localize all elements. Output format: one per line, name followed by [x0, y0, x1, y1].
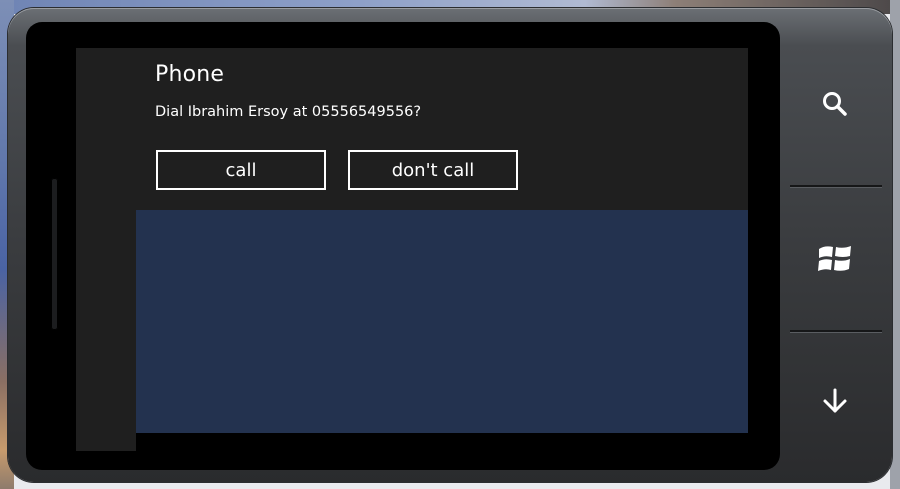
dialog-overlay-edge — [76, 210, 136, 451]
app-content-area — [136, 210, 748, 433]
back-button[interactable] — [788, 332, 882, 470]
hardware-button-panel — [788, 22, 882, 470]
back-arrow-icon — [820, 386, 850, 416]
windows-start-icon — [815, 239, 855, 279]
app-bottom-bar — [136, 433, 748, 451]
call-confirmation-dialog: Phone Dial Ibrahim Ersoy at 05556549556?… — [76, 48, 748, 210]
search-icon — [821, 90, 849, 118]
dont-call-button[interactable]: don't call — [348, 150, 518, 190]
volume-rocker — [51, 178, 58, 330]
dialog-title: Phone — [155, 62, 225, 87]
call-button[interactable]: call — [156, 150, 326, 190]
dialog-message: Dial Ibrahim Ersoy at 05556549556? — [155, 104, 422, 120]
search-button[interactable] — [788, 22, 882, 185]
phone-screen: Phone Dial Ibrahim Ersoy at 05556549556?… — [76, 48, 748, 451]
start-button[interactable] — [788, 187, 882, 330]
